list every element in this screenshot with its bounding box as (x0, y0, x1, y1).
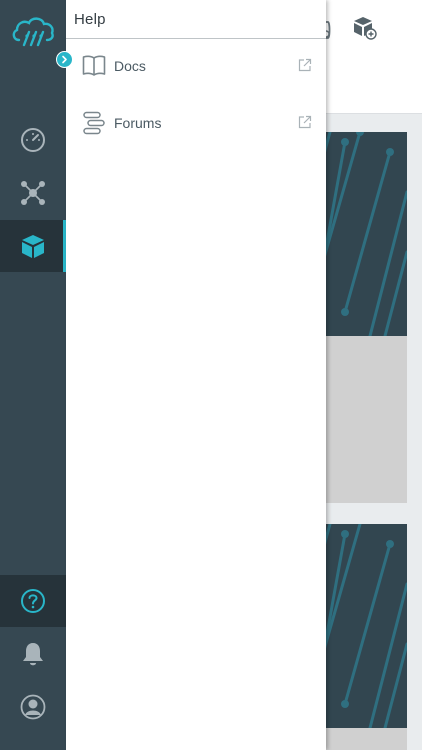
bell-icon (23, 643, 43, 666)
collapse-drawer-button[interactable] (56, 51, 73, 68)
help-item-label: Forums (114, 115, 162, 131)
rail-dashboard[interactable] (0, 114, 66, 166)
help-drawer: Help Docs Forums (66, 0, 326, 750)
dashboard-icon (21, 128, 45, 152)
drawer-header: Help (66, 0, 326, 39)
forum-icon (83, 111, 105, 135)
external-link-icon (298, 58, 312, 72)
help-icon (21, 589, 45, 613)
user-icon (20, 694, 46, 720)
rail-cube[interactable] (0, 220, 66, 272)
rail-network[interactable] (0, 167, 66, 219)
drawer-title: Help (74, 10, 106, 28)
external-link-icon (298, 115, 312, 129)
help-item-label: Docs (114, 58, 146, 74)
cube-icon (22, 235, 44, 258)
add-cube-icon[interactable] (353, 16, 377, 40)
chevron-right-icon (62, 55, 67, 64)
help-item-docs[interactable]: Docs (66, 46, 326, 86)
network-icon (21, 181, 45, 205)
rail-profile[interactable] (0, 681, 66, 733)
book-icon (82, 55, 106, 76)
help-item-forums[interactable]: Forums (66, 103, 326, 143)
rail-notifications[interactable] (0, 628, 66, 680)
rail-help[interactable] (0, 575, 66, 627)
cloud-logo-icon[interactable] (10, 14, 56, 50)
left-rail (0, 0, 66, 750)
